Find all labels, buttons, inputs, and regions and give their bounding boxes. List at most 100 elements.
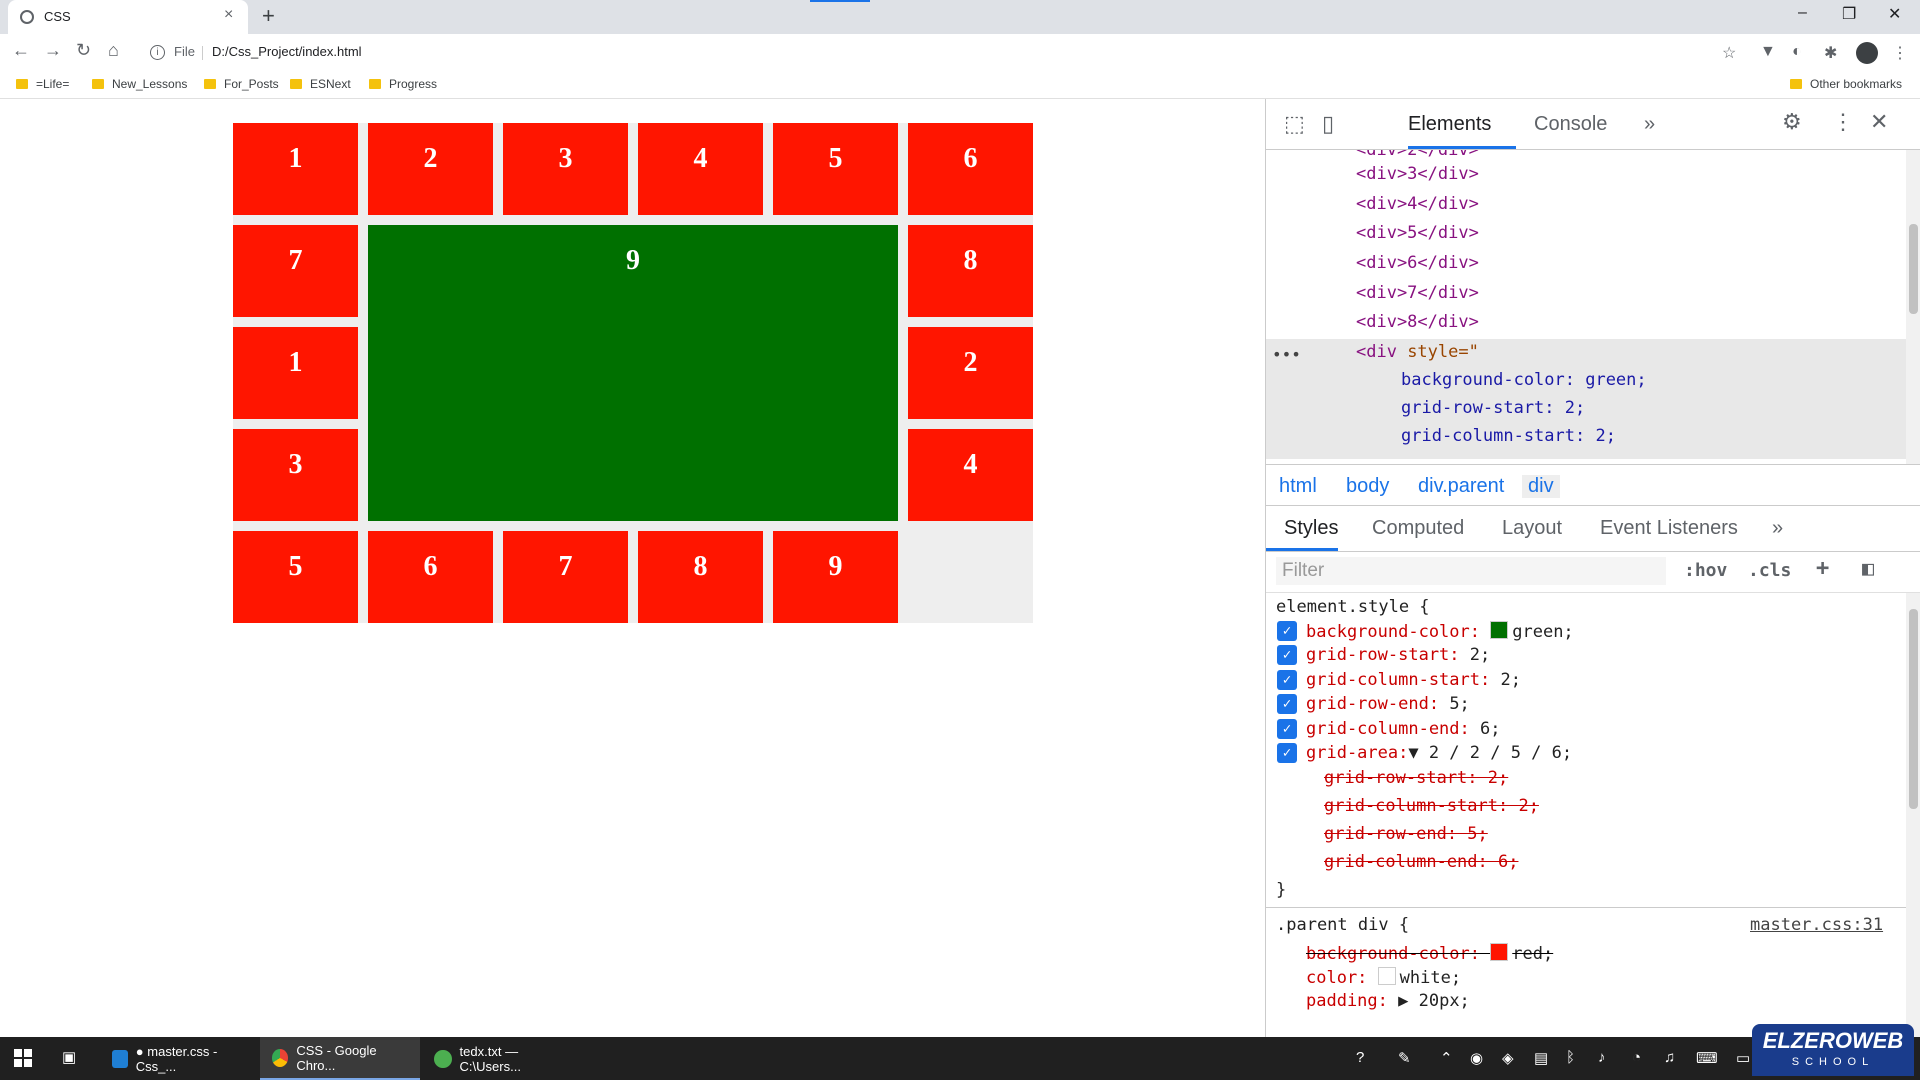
volume-icon[interactable]: ♫ — [1664, 1049, 1675, 1066]
forward-button[interactable]: → — [44, 40, 62, 61]
browser-tab[interactable]: CSS × — [8, 0, 248, 34]
keyboard-icon[interactable]: ⌨ — [1696, 1049, 1718, 1067]
tab-computed[interactable]: Computed — [1372, 517, 1464, 540]
inline-css-line[interactable]: grid-row-start: 2; — [1401, 398, 1585, 418]
styles-scrollbar-thumb[interactable] — [1909, 609, 1918, 809]
inspect-element-icon[interactable]: ⬚ — [1284, 111, 1305, 137]
help-icon[interactable]: ? — [1356, 1049, 1364, 1066]
star-icon[interactable]: ☆ — [1722, 43, 1736, 63]
task-view-icon[interactable]: ▣ — [62, 1048, 76, 1066]
css-declaration[interactable]: color: white; — [1306, 967, 1461, 988]
gear-icon[interactable]: ⚙ — [1782, 109, 1802, 135]
node-ellipsis[interactable]: ••• — [1272, 345, 1301, 364]
tab-event-listeners[interactable]: Event Listeners — [1600, 517, 1738, 540]
home-button[interactable]: ⌂ — [108, 40, 119, 61]
filter-input[interactable] — [1276, 557, 1666, 585]
chevron-up-icon[interactable]: ⌃ — [1440, 1049, 1453, 1067]
color-swatch[interactable] — [1490, 621, 1509, 639]
bookmark-folder[interactable]: ESNext — [290, 77, 351, 91]
css-declaration[interactable]: grid-column-start: 2; — [1306, 670, 1521, 690]
property-checkbox[interactable]: ✓ — [1277, 743, 1297, 763]
new-rule-button[interactable]: + — [1816, 556, 1829, 581]
bookmark-folder[interactable]: =Life= — [16, 77, 69, 91]
overridden-longhand[interactable]: grid-column-end: 6; — [1324, 852, 1518, 872]
extension-icon[interactable]: ◐ — [1792, 43, 1802, 61]
css-declaration[interactable]: grid-row-end: 5; — [1306, 694, 1470, 714]
tab-styles[interactable]: Styles — [1284, 517, 1338, 540]
pen-icon[interactable]: ✎ — [1398, 1049, 1411, 1067]
bluetooth-icon[interactable]: ᛒ — [1566, 1049, 1575, 1066]
taskbar-app-editor[interactable]: tedx.txt — C:\Users... — [422, 1037, 592, 1080]
dom-line[interactable]: <div>2</div> — [1356, 150, 1479, 160]
microphone-icon[interactable]: ♪ — [1598, 1049, 1606, 1066]
network-icon[interactable]: ◔ — [1632, 1049, 1641, 1066]
taskbar-app-chrome[interactable]: CSS - Google Chro... — [260, 1037, 420, 1080]
bookmark-folder[interactable]: Progress — [369, 77, 437, 91]
css-declaration[interactable]: background-color: red; — [1306, 943, 1553, 964]
more-options-icon[interactable]: ⋮ — [1832, 109, 1854, 135]
source-link[interactable]: master.css:31 — [1750, 915, 1883, 935]
info-icon[interactable]: i — [150, 45, 165, 60]
tray-app-icon[interactable]: ◈ — [1502, 1049, 1514, 1067]
inline-css-line[interactable]: background-color: green; — [1401, 370, 1647, 390]
property-checkbox[interactable]: ✓ — [1277, 719, 1297, 739]
css-declaration[interactable]: grid-row-start: 2; — [1306, 645, 1490, 665]
property-checkbox[interactable]: ✓ — [1277, 645, 1297, 665]
breadcrumb-div[interactable]: div — [1522, 475, 1560, 498]
overridden-longhand[interactable]: grid-column-start: 2; — [1324, 796, 1539, 816]
cls-button[interactable]: .cls — [1748, 560, 1791, 581]
css-declaration[interactable]: grid-area:▼ 2 / 2 / 5 / 6; — [1306, 743, 1572, 763]
css-declaration[interactable]: padding: ▶ 20px; — [1306, 991, 1470, 1011]
extension-icon[interactable]: ▼ — [1760, 43, 1776, 61]
dom-line[interactable]: <div>4</div> — [1356, 194, 1479, 214]
close-icon[interactable]: ✕ — [1870, 109, 1888, 135]
tab-layout[interactable]: Layout — [1502, 517, 1562, 540]
more-subtabs-button[interactable]: » — [1772, 517, 1783, 540]
puzzle-icon[interactable]: ✱ — [1824, 43, 1837, 63]
other-bookmarks[interactable]: Other bookmarks — [1790, 77, 1902, 91]
dom-line-selected[interactable]: <div style=" — [1356, 342, 1479, 362]
new-tab-button[interactable]: + — [262, 3, 275, 29]
dom-scrollbar-thumb[interactable] — [1909, 224, 1918, 314]
address-bar[interactable]: D:/Css_Project/index.html — [212, 44, 362, 59]
more-tabs-button[interactable]: » — [1644, 113, 1655, 136]
property-checkbox[interactable]: ✓ — [1277, 694, 1297, 714]
css-declaration[interactable]: background-color: green; — [1306, 621, 1574, 642]
tab-elements[interactable]: Elements — [1408, 113, 1491, 136]
minimize-button[interactable]: – — [1798, 4, 1807, 22]
close-window-button[interactable]: ✕ — [1888, 4, 1901, 24]
dom-line[interactable]: <div>6</div> — [1356, 253, 1479, 273]
overridden-longhand[interactable]: grid-row-end: 5; — [1324, 824, 1488, 844]
tray-app-icon[interactable]: ◉ — [1470, 1049, 1483, 1067]
color-swatch[interactable] — [1490, 943, 1509, 961]
dom-line[interactable]: <div>5</div> — [1356, 223, 1479, 243]
taskbar-app-vscode[interactable]: ● master.css - Css_... — [100, 1037, 258, 1080]
breadcrumb-html[interactable]: html — [1279, 475, 1317, 498]
reload-button[interactable]: ↻ — [76, 40, 91, 61]
overridden-longhand[interactable]: grid-row-start: 2; — [1324, 768, 1508, 788]
tray-app-icon[interactable]: ▤ — [1534, 1049, 1548, 1067]
toggle-sidebar-icon[interactable]: ◧ — [1862, 556, 1874, 580]
tab-console[interactable]: Console — [1534, 113, 1607, 136]
property-checkbox[interactable]: ✓ — [1277, 670, 1297, 690]
tab-close-button[interactable]: × — [224, 6, 233, 24]
bookmark-folder[interactable]: For_Posts — [204, 77, 279, 91]
breadcrumb-div-parent[interactable]: div.parent — [1418, 475, 1504, 498]
back-button[interactable]: ← — [12, 40, 30, 61]
color-swatch[interactable] — [1377, 967, 1396, 985]
css-declaration[interactable]: grid-column-end: 6; — [1306, 719, 1501, 739]
property-checkbox[interactable]: ✓ — [1277, 621, 1297, 641]
breadcrumb-body[interactable]: body — [1346, 475, 1389, 498]
notifications-icon[interactable]: ▭ — [1736, 1049, 1750, 1067]
more-icon[interactable]: ⋮ — [1892, 43, 1908, 63]
bookmark-folder[interactable]: New_Lessons — [92, 77, 187, 91]
dom-line[interactable]: <div>3</div> — [1356, 164, 1479, 184]
dom-line[interactable]: <div>8</div> — [1356, 312, 1479, 332]
hov-button[interactable]: :hov — [1684, 560, 1727, 581]
device-toolbar-icon[interactable]: ▯ — [1322, 111, 1334, 137]
inline-css-line[interactable]: grid-column-start: 2; — [1401, 426, 1616, 446]
windows-start-icon[interactable] — [14, 1049, 32, 1067]
dom-line[interactable]: <div>7</div> — [1356, 283, 1479, 303]
profile-avatar[interactable] — [1856, 42, 1878, 64]
restore-button[interactable]: ❐ — [1842, 4, 1856, 24]
